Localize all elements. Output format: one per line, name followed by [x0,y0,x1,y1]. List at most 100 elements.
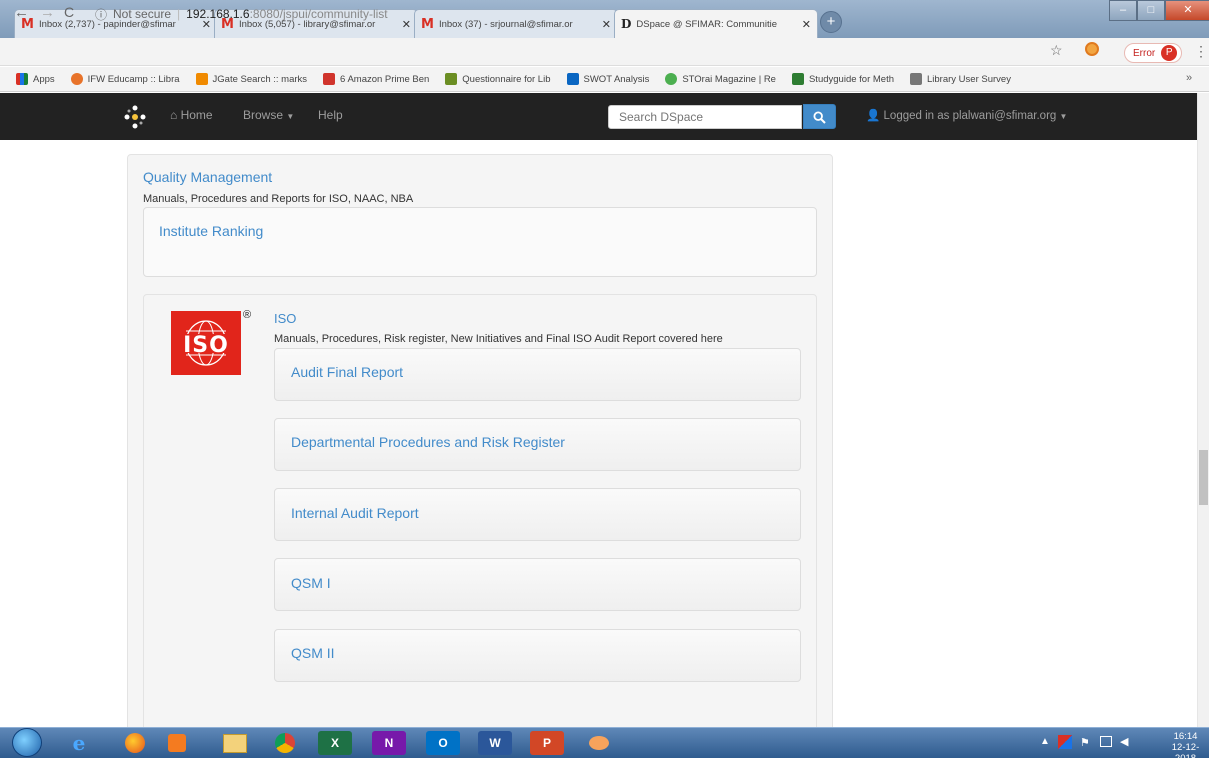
collection-link-audit-final-report[interactable]: Audit Final Report [291,364,403,380]
extension-icon[interactable] [1085,42,1099,56]
url-field[interactable]: ⓘ Not secure | 192.168.1.6 :8080/jspui/c… [95,4,1095,24]
bookmark-item[interactable]: JGate Search :: marks [195,73,308,85]
apps-icon [16,73,28,85]
bookmark-favicon [445,73,458,85]
bookmark-item[interactable]: Library User Survey [910,73,1011,85]
collection-panel [274,558,801,611]
excel-icon[interactable]: X [318,731,352,755]
file-explorer-icon[interactable] [218,731,252,755]
internet-explorer-icon[interactable]: e [62,731,96,755]
collection-panel [274,629,801,682]
divider: | [177,7,181,21]
community-title-link[interactable]: Quality Management [143,169,272,185]
search-button[interactable] [803,104,836,129]
collection-link-departmental-procedures[interactable]: Departmental Procedures and Risk Registe… [291,434,565,450]
scrollbar-thumb[interactable] [1199,450,1208,505]
linkedin-icon [566,73,579,85]
subcommunity-link-institute-ranking[interactable]: Institute Ranking [159,223,263,239]
system-clock[interactable]: 16:14 12-12-2018 [1162,731,1209,764]
iso-title-link[interactable]: ISO [274,311,296,326]
nav-browse-dropdown[interactable]: Browse ▼ [243,108,294,122]
nav-help-link[interactable]: Help [318,108,343,122]
bookmark-favicon [665,73,678,85]
search-input[interactable] [608,105,802,129]
page-scrollbar[interactable] [1197,93,1209,727]
iso-description: Manuals, Procedures, Risk register, New … [274,333,723,345]
bookmark-label: Questionnaire for Lib [462,73,551,85]
subcommunity-panel [143,207,817,277]
bookmark-label: SWOT Analysis [583,73,650,85]
bookmark-label: JGate Search :: marks [212,73,308,85]
address-bar [0,38,1209,66]
word-icon[interactable]: W [478,731,512,755]
bookmark-item[interactable]: SWOT Analysis [566,73,650,85]
url-path: :8080/jspui/community-list [249,7,388,21]
bookmarks-bar: Apps IFW Educamp :: Libra JGate Search :… [0,67,1209,92]
bookmark-favicon [323,73,336,85]
dspace-logo-icon[interactable] [122,104,148,130]
firefox-icon[interactable] [118,731,152,755]
nav-home-label: Home [180,108,213,122]
bookmark-item[interactable]: IFW Educamp :: Libra [70,73,180,85]
network-icon[interactable] [1100,736,1112,747]
powerpoint-icon[interactable]: P [530,731,564,755]
info-icon[interactable]: ⓘ [95,6,107,23]
clock-time: 16:14 [1173,731,1198,742]
reload-icon[interactable]: C [64,4,74,20]
menu-icon[interactable]: ⋮ [1194,43,1208,60]
nav-browse-label: Browse [243,108,284,122]
bookmark-label: Studyguide for Meth [808,73,894,85]
user-icon: 👤 [866,110,881,122]
volume-icon[interactable]: ◀ [1120,735,1128,748]
bookmark-favicon [791,73,804,85]
bookmark-favicon [195,73,208,85]
bookmark-favicon [910,73,922,85]
logged-in-label: Logged in as plalwani@sfimar.org [883,110,1057,122]
toolbar-app-icon[interactable] [582,731,616,755]
outlook-icon[interactable]: O [426,731,460,755]
bookmark-item[interactable]: Questionnaire for Lib [445,73,551,85]
bookmark-label: 6 Amazon Prime Ben [340,73,430,85]
show-hidden-icons-icon[interactable]: ▲ [1040,736,1050,747]
minimize-icon[interactable]: – [1109,0,1137,21]
collection-link-internal-audit-report[interactable]: Internal Audit Report [291,505,419,521]
error-label: Error [1133,47,1156,59]
caret-down-icon: ▼ [286,112,295,121]
bookmark-label: IFW Educamp :: Libra [87,73,180,85]
home-icon: ⌂ [170,108,178,122]
clock-date: 12-12-2018 [1171,742,1200,764]
collection-link-qsm-2[interactable]: QSM II [291,645,335,661]
more-bookmarks-icon[interactable]: » [1186,72,1192,84]
maximize-icon[interactable]: □ [1137,0,1165,21]
onenote-icon[interactable]: N [372,731,406,755]
back-icon[interactable]: ← [14,4,29,21]
collection-link-qsm-1[interactable]: QSM I [291,575,331,591]
community-description: Manuals, Procedures and Reports for ISO,… [143,193,414,205]
url-host: 192.168.1.6 [186,7,250,21]
bookmark-label: Apps [33,73,55,85]
action-center-flag-icon[interactable]: ⚑ [1080,736,1090,749]
registered-mark-icon: ® [243,309,252,321]
media-player-icon[interactable] [160,731,194,755]
bookmark-star-icon[interactable]: ☆ [1050,42,1063,59]
bookmark-favicon [70,73,83,85]
caret-down-icon: ▼ [1059,112,1068,121]
search-icon [813,111,826,124]
nav-home-link[interactable]: ⌂ Home [170,108,213,122]
user-menu-dropdown[interactable]: 👤 Logged in as plalwani@sfimar.org ▼ [866,108,1067,122]
iso-logo-text: ISO [183,333,229,358]
security-status: Not secure [113,7,172,21]
close-window-icon[interactable]: ✕ [1165,0,1209,21]
bookmark-label: Library User Survey [927,73,1011,85]
bookmark-item[interactable]: STOrai Magazine | Re [665,73,776,85]
chrome-icon[interactable] [268,731,302,755]
bookmark-item[interactable]: 6 Amazon Prime Ben [323,73,429,85]
bookmark-item[interactable]: Apps [16,73,55,85]
avatar: P [1161,45,1178,61]
bookmark-label: STOrai Magazine | Re [682,73,776,85]
tray-app-icon[interactable] [1058,735,1072,749]
profile-error-button[interactable]: Error P [1124,43,1182,63]
forward-icon[interactable]: → [40,4,55,21]
start-button[interactable] [12,728,42,757]
bookmark-item[interactable]: Studyguide for Meth [791,73,894,85]
